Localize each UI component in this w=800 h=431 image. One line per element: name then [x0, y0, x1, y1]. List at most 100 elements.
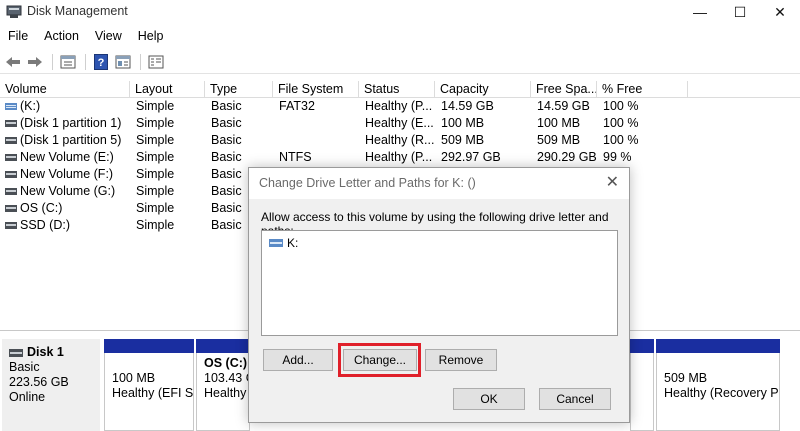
table-row[interactable]: (Disk 1 partition 1) Simple Basic Health…: [0, 115, 800, 132]
type-cell: Basic: [211, 133, 242, 147]
column-header-percent-free[interactable]: % Free: [597, 81, 688, 98]
partition-hidden[interactable]: [630, 339, 654, 431]
partition-bar: [104, 339, 194, 353]
drive-icon: [5, 154, 17, 161]
volume-name: New Volume (E:): [20, 150, 114, 164]
partition-status: Healthy (Recovery Pa: [664, 386, 780, 400]
toolbar-separator: [85, 53, 86, 70]
drive-icon: [5, 171, 17, 178]
column-header-volume[interactable]: Volume: [0, 81, 130, 98]
file-system-cell: [273, 132, 359, 149]
volume-name: OS (C:): [20, 201, 63, 215]
volume-name: (Disk 1 partition 5): [20, 133, 122, 147]
free-space-cell: 14.59 GB: [537, 99, 590, 113]
disk-status: Online: [9, 390, 46, 404]
drive-path-list[interactable]: K:: [261, 230, 618, 336]
removable-drive-icon: [5, 103, 17, 110]
partition-os-c[interactable]: OS (C:) 103.43 GB Healthy (B: [196, 339, 250, 431]
add-button[interactable]: Add...: [263, 349, 333, 371]
ok-button[interactable]: OK: [453, 388, 525, 410]
type-cell: Basic: [211, 116, 242, 130]
dialog-close-button[interactable]: ✕: [606, 172, 619, 192]
free-space-cell: 509 MB: [537, 133, 581, 147]
partition-bar: [630, 339, 654, 353]
toolbar: ?: [0, 50, 800, 74]
column-header-status[interactable]: Status: [359, 81, 435, 98]
disk-type: Basic: [9, 360, 40, 374]
dialog-title: Change Drive Letter and Paths for K: (): [259, 176, 476, 190]
table-row[interactable]: (Disk 1 partition 5) Simple Basic Health…: [0, 132, 800, 149]
list-item[interactable]: K:: [269, 236, 298, 250]
capacity-cell: 14.59 GB: [441, 99, 494, 113]
file-system-cell: FAT32: [279, 99, 315, 113]
layout-cell: Simple: [136, 150, 175, 164]
capacity-cell: 292.97 GB: [441, 150, 501, 164]
layout-cell: Simple: [136, 133, 175, 147]
maximize-button[interactable]: ☐: [720, 0, 760, 24]
percent-free-cell: 100 %: [603, 116, 639, 130]
disk-size: 223.56 GB: [9, 375, 69, 389]
capacity-cell: 509 MB: [441, 133, 485, 147]
help-icon[interactable]: ?: [91, 52, 111, 72]
volume-name: (K:): [20, 99, 41, 113]
volume-name: New Volume (F:): [20, 167, 114, 181]
partition-size: 509 MB: [664, 371, 708, 385]
up-icon[interactable]: [58, 52, 78, 72]
disk-icon: [9, 348, 23, 357]
minimize-button[interactable]: —: [680, 0, 720, 24]
toolbar-separator: [140, 53, 141, 70]
percent-free-cell: 100 %: [603, 99, 639, 113]
change-drive-letter-dialog: Change Drive Letter and Paths for K: () …: [248, 167, 630, 423]
menu-file[interactable]: File: [0, 27, 36, 47]
menu-bar: File Action View Help: [0, 27, 172, 47]
status-cell: Healthy (P...: [365, 99, 433, 113]
table-row[interactable]: New Volume (E:) Simple Basic NTFS Health…: [0, 149, 800, 166]
layout-cell: Simple: [136, 218, 175, 232]
partition-recovery[interactable]: 509 MB Healthy (Recovery Pa: [656, 339, 780, 431]
layout-cell: Simple: [136, 184, 175, 198]
disk-management-app-icon: [6, 5, 22, 18]
close-button[interactable]: ✕: [760, 0, 800, 24]
disk-label[interactable]: Disk 1 Basic 223.56 GB Online: [2, 339, 100, 431]
drive-path-label: K:: [287, 236, 299, 250]
file-system-cell: [273, 115, 359, 132]
percent-free-cell: 99 %: [603, 150, 632, 164]
menu-action[interactable]: Action: [36, 27, 87, 47]
column-header-capacity[interactable]: Capacity: [435, 81, 531, 98]
drive-icon: [5, 205, 17, 212]
menu-view[interactable]: View: [87, 27, 130, 47]
column-header-free-space[interactable]: Free Spa...: [531, 81, 597, 98]
window-title: Disk Management: [27, 4, 128, 18]
volume-name: New Volume (G:): [20, 184, 116, 198]
menu-help[interactable]: Help: [130, 27, 172, 47]
type-cell: Basic: [211, 150, 242, 164]
capacity-cell: 100 MB: [441, 116, 485, 130]
layout-cell: Simple: [136, 201, 175, 215]
cancel-button[interactable]: Cancel: [539, 388, 611, 410]
volume-list-header: Volume Layout Type File System Status Ca…: [0, 81, 800, 98]
column-header-layout[interactable]: Layout: [130, 81, 205, 98]
drive-icon: [5, 137, 17, 144]
partition-efi[interactable]: 100 MB Healthy (EFI Sy: [104, 339, 194, 431]
removable-drive-icon: [269, 239, 283, 247]
type-cell: Basic: [211, 99, 242, 113]
column-header-file-system[interactable]: File System: [273, 81, 359, 98]
forward-icon[interactable]: [25, 52, 45, 72]
remove-button[interactable]: Remove: [425, 349, 497, 371]
properties-icon[interactable]: [113, 52, 133, 72]
volume-name: (Disk 1 partition 1): [20, 116, 122, 130]
back-icon[interactable]: [3, 52, 23, 72]
svg-text:?: ?: [98, 57, 105, 69]
column-header-type[interactable]: Type: [205, 81, 273, 98]
partition-size: 100 MB: [112, 371, 156, 385]
partition-status: Healthy (EFI Sy: [112, 386, 194, 400]
partition-size: 103.43 GB: [204, 371, 249, 385]
percent-free-cell: 100 %: [603, 133, 639, 147]
table-row[interactable]: (K:) Simple Basic FAT32 Healthy (P... 14…: [0, 98, 800, 115]
partition-status: Healthy (B: [204, 386, 249, 400]
layout-cell: Simple: [136, 167, 175, 181]
console-icon[interactable]: [146, 52, 166, 72]
change-button-highlight: [338, 343, 421, 377]
drive-icon: [5, 222, 17, 229]
partition-bar: [656, 339, 780, 353]
